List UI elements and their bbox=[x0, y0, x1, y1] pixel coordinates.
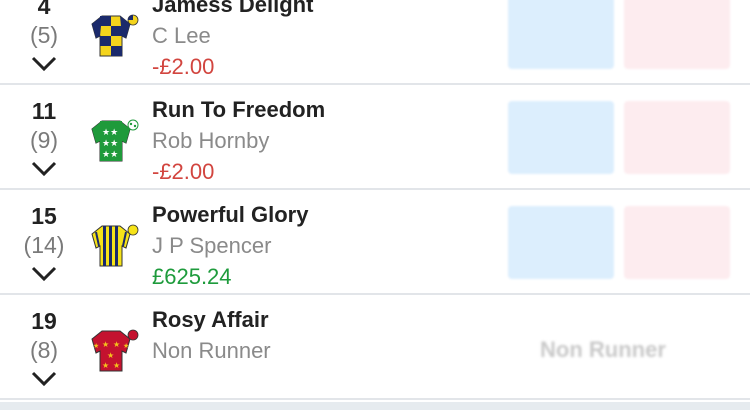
back-odds-button[interactable] bbox=[508, 101, 614, 174]
lay-odds-button[interactable] bbox=[624, 206, 730, 279]
back-odds-button[interactable] bbox=[508, 0, 614, 69]
jockey-name: Non Runner bbox=[152, 338, 271, 363]
runner-number: 19 bbox=[31, 308, 57, 334]
runner-draw: (9) bbox=[29, 127, 59, 153]
jockey-silk-icon bbox=[91, 224, 139, 267]
svg-text:★★: ★★ bbox=[102, 128, 118, 138]
profit-loss: -£2.00 bbox=[152, 159, 215, 184]
chevron-down-icon[interactable] bbox=[0, 367, 88, 391]
horse-name: Run To Freedom bbox=[152, 97, 326, 122]
jockey-silk-icon bbox=[91, 14, 139, 57]
profit-loss: -£2.00 bbox=[152, 54, 215, 79]
horse-name: Rosy Affair bbox=[152, 307, 269, 332]
runner-row[interactable]: 4 (5) Jamess Delight C Lee -£2.00 bbox=[0, 0, 750, 85]
horse-name: Jamess Delight bbox=[152, 0, 314, 17]
runner-draw: (14) bbox=[23, 232, 65, 258]
profit-loss: £625.24 bbox=[152, 264, 232, 289]
runner-info: Rosy Affair Non Runner bbox=[152, 299, 271, 364]
svg-text:★: ★ bbox=[113, 361, 120, 370]
chevron-down-icon[interactable] bbox=[0, 52, 88, 76]
svg-text:★: ★ bbox=[113, 340, 120, 349]
horse-name: Powerful Glory bbox=[152, 202, 309, 227]
runner-number: 15 bbox=[31, 203, 57, 229]
jockey-silk-icon: ★★ ★★ ★★ bbox=[91, 119, 139, 162]
runner-row[interactable]: 15 (14) Powerful Glory J P Spencer £625.… bbox=[0, 190, 750, 295]
chevron-down-icon[interactable] bbox=[0, 262, 88, 286]
svg-text:★★: ★★ bbox=[102, 139, 118, 149]
jockey-name: C Lee bbox=[152, 23, 211, 48]
svg-text:★: ★ bbox=[102, 340, 109, 349]
back-odds-button[interactable] bbox=[508, 206, 614, 279]
chevron-down-icon[interactable] bbox=[0, 157, 88, 181]
runner-number-block: 4 (5) bbox=[0, 0, 88, 76]
runner-draw: (8) bbox=[29, 337, 59, 363]
svg-text:★: ★ bbox=[93, 342, 99, 350]
lay-odds-button[interactable] bbox=[624, 0, 730, 69]
jockey-name: J P Spencer bbox=[152, 233, 272, 258]
svg-text:★: ★ bbox=[123, 342, 129, 350]
runner-number: 11 bbox=[31, 98, 57, 124]
runner-number-block: 19 (8) bbox=[0, 309, 88, 391]
svg-text:★: ★ bbox=[102, 361, 109, 370]
list-footer bbox=[0, 402, 750, 410]
runner-info: Run To Freedom Rob Hornby -£2.00 bbox=[152, 89, 325, 185]
runner-number-block: 15 (14) bbox=[0, 204, 88, 286]
svg-text:★: ★ bbox=[107, 351, 114, 360]
runner-list: 4 (5) Jamess Delight C Lee -£2.00 11 (9)… bbox=[0, 0, 750, 400]
runner-row[interactable]: 19 (8) ★ ★ ★ ★ ★ ★ ★ Rosy Affair Non Run… bbox=[0, 295, 750, 400]
lay-odds-button[interactable] bbox=[624, 101, 730, 174]
jockey-silk-icon: ★ ★ ★ ★ ★ ★ ★ bbox=[91, 329, 139, 372]
runner-row[interactable]: 11 (9) ★★ ★★ ★★ Run To Freedom Rob Hornb… bbox=[0, 85, 750, 190]
runner-number: 4 bbox=[37, 0, 51, 19]
svg-text:★★: ★★ bbox=[102, 150, 118, 160]
non-runner-label: Non Runner bbox=[540, 337, 666, 362]
runner-info: Jamess Delight C Lee -£2.00 bbox=[152, 0, 313, 80]
runner-info: Powerful Glory J P Spencer £625.24 bbox=[152, 194, 308, 290]
jockey-name: Rob Hornby bbox=[152, 128, 270, 153]
runner-draw: (5) bbox=[29, 22, 59, 48]
runner-number-block: 11 (9) bbox=[0, 99, 88, 181]
